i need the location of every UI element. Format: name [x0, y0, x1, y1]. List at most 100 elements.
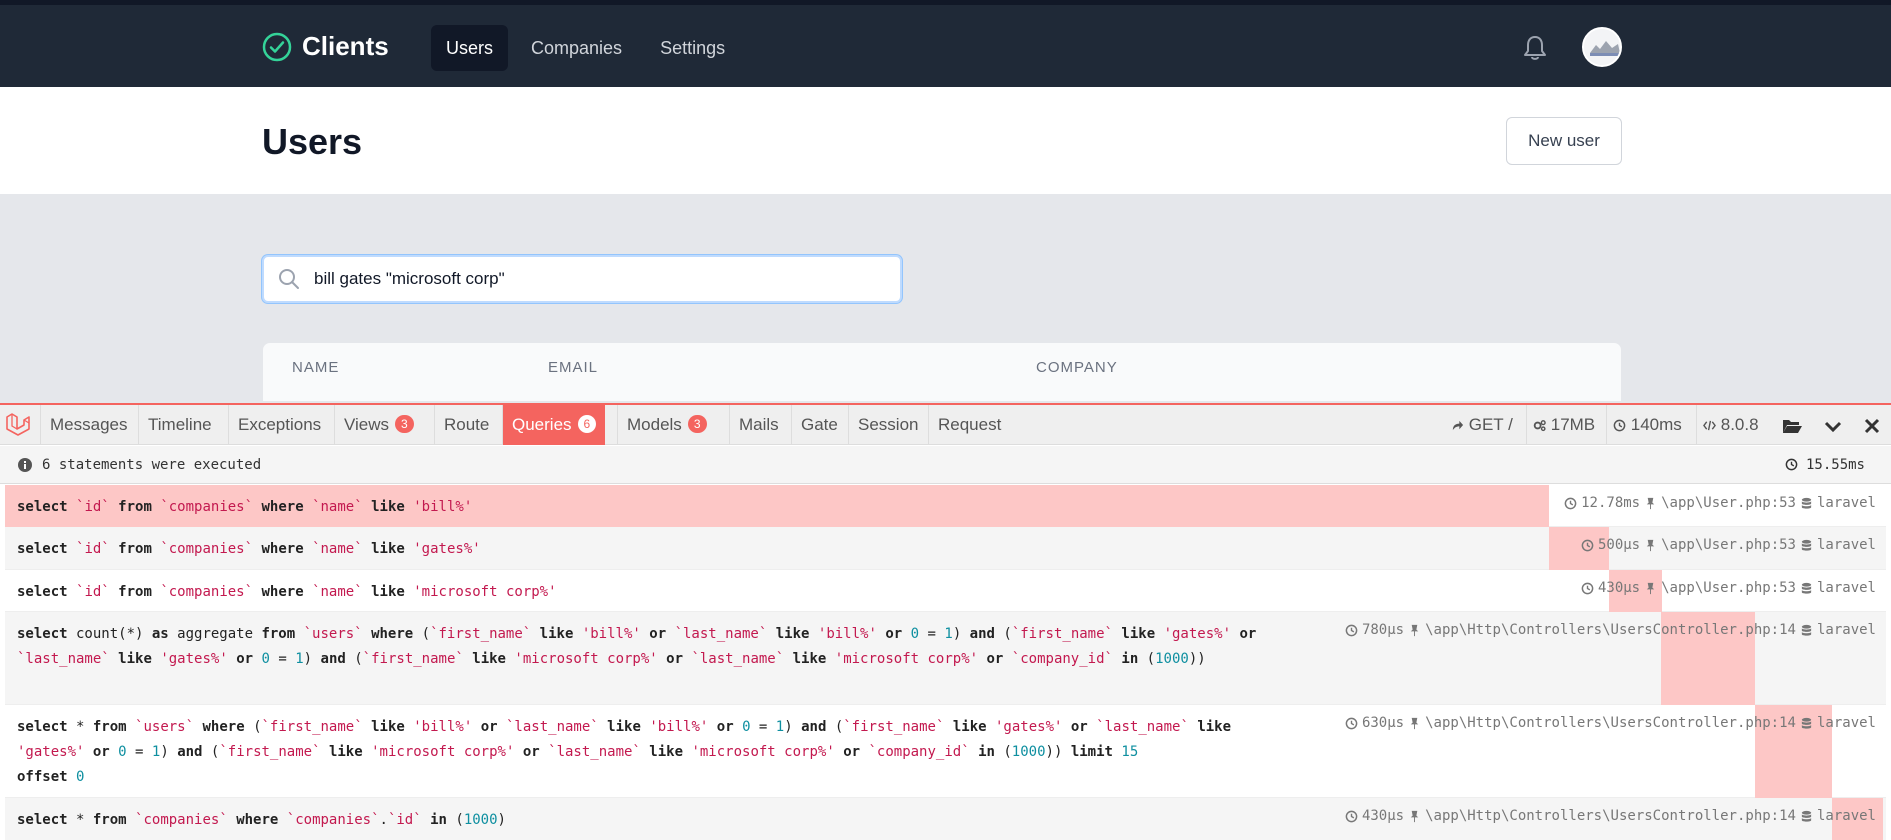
code-icon — [1703, 420, 1716, 431]
models-count-badge: 3 — [687, 415, 707, 433]
close-icon[interactable] — [1861, 415, 1883, 437]
debugbar-tab-session[interactable]: Session — [848, 405, 927, 445]
search-box — [262, 255, 902, 303]
query-sql: select `id` from `companies` where `name… — [17, 499, 473, 515]
query-duration: 500μs — [1597, 537, 1641, 553]
brand-logo[interactable]: Clients — [262, 31, 389, 62]
query-duration: 430μs — [1361, 808, 1405, 824]
query-connection: laravel — [1816, 715, 1876, 731]
query-source: \app\User.php:53 — [1661, 537, 1796, 553]
users-table-header: NAME EMAIL COMPANY — [262, 342, 1622, 402]
request-method-stat[interactable]: GET / — [1445, 405, 1519, 445]
check-circle-icon — [262, 32, 292, 61]
column-header-name[interactable]: NAME — [292, 359, 339, 376]
pin-icon — [1410, 810, 1419, 822]
cogs-icon — [1533, 420, 1546, 432]
avatar[interactable] — [1582, 27, 1622, 67]
clock-icon — [1345, 717, 1358, 729]
query-duration: 12.78ms — [1581, 495, 1641, 511]
debugbar-tab-mails[interactable]: Mails — [729, 405, 788, 445]
debugbar: Messages Timeline Exceptions Views 3 Rout… — [0, 403, 1891, 840]
database-icon — [1801, 582, 1812, 594]
statements-count-text: 6 statements were executed — [42, 457, 262, 473]
query-sql: select `id` from `companies` where `name… — [17, 541, 481, 557]
query-duration: 780μs — [1361, 622, 1405, 638]
database-icon — [1801, 717, 1812, 729]
debugbar-tab-exceptions[interactable]: Exceptions — [228, 405, 330, 445]
clock-icon — [1345, 810, 1358, 822]
debugbar-header: Messages Timeline Exceptions Views 3 Rout… — [0, 405, 1891, 445]
query-statement[interactable]: select * from `companies` where `compani… — [5, 798, 1886, 840]
debugbar-tab-route[interactable]: Route — [434, 405, 498, 445]
brand-name: Clients — [302, 31, 389, 61]
share-icon — [1452, 420, 1464, 431]
queries-count-badge: 6 — [577, 415, 597, 433]
column-header-email[interactable]: EMAIL — [548, 359, 598, 376]
page-title: Users — [262, 121, 363, 162]
pin-icon — [1646, 582, 1655, 594]
debugbar-tab-queries[interactable]: Queries 6 — [502, 405, 606, 445]
laravel-logo-icon[interactable] — [4, 411, 32, 439]
info-icon — [18, 458, 32, 472]
queries-summary: 6 statements were executed 15.55ms — [0, 446, 1891, 484]
query-meta: 630μs \app\Http\Controllers\UsersControl… — [1345, 715, 1876, 731]
debugbar-tab-timeline[interactable]: Timeline — [138, 405, 221, 445]
pin-icon — [1410, 624, 1419, 636]
column-header-company[interactable]: COMPANY — [1036, 359, 1118, 376]
query-connection: laravel — [1816, 495, 1876, 511]
debugbar-tab-views[interactable]: Views 3 — [334, 405, 423, 445]
query-connection: laravel — [1816, 537, 1876, 553]
query-meta: 780μs \app\Http\Controllers\UsersControl… — [1345, 622, 1876, 638]
clock-icon — [1613, 419, 1626, 432]
chevron-down-icon[interactable] — [1822, 415, 1844, 437]
search-input[interactable] — [314, 257, 884, 301]
duration-stat: 140ms — [1606, 405, 1688, 445]
top-navbar: Clients Users Companies Settings — [0, 0, 1891, 87]
pin-icon — [1646, 539, 1655, 551]
clock-icon — [1785, 458, 1797, 471]
query-duration: 430μs — [1597, 580, 1641, 596]
query-sql: select `id` from `companies` where `name… — [17, 584, 557, 600]
avatar-image — [1584, 29, 1620, 65]
query-source: \app\User.php:53 — [1661, 580, 1796, 596]
query-duration: 630μs — [1361, 715, 1405, 731]
memory-stat: 17MB — [1526, 405, 1601, 445]
database-icon — [1801, 539, 1812, 551]
new-user-button[interactable]: New user — [1506, 117, 1622, 165]
query-connection: laravel — [1816, 808, 1876, 824]
query-source: \app\Http\Controllers\UsersController.ph… — [1425, 808, 1796, 824]
query-connection: laravel — [1816, 580, 1876, 596]
query-statement[interactable]: select `id` from `companies` where `name… — [5, 485, 1886, 527]
folder-open-icon[interactable] — [1781, 415, 1803, 437]
page-header: Users New user — [0, 87, 1891, 195]
query-sql: select count(*) as aggregate from `users… — [17, 626, 1257, 667]
nav-link-users[interactable]: Users — [431, 25, 509, 71]
clock-icon — [1564, 497, 1577, 509]
query-statement[interactable]: select `id` from `companies` where `name… — [5, 527, 1886, 570]
bell-icon[interactable] — [1522, 34, 1548, 62]
debugbar-tab-gate[interactable]: Gate — [791, 405, 847, 445]
debugbar-tab-request[interactable]: Request — [928, 405, 1010, 445]
debugbar-tab-models[interactable]: Models 3 — [617, 405, 716, 445]
debugbar-tab-messages[interactable]: Messages — [40, 405, 136, 445]
query-statement[interactable]: select `id` from `companies` where `name… — [5, 570, 1886, 612]
query-meta: 500μs \app\User.php:53 laravel — [1581, 537, 1876, 553]
query-source: \app\Http\Controllers\UsersController.ph… — [1425, 715, 1796, 731]
clock-icon — [1581, 539, 1594, 551]
database-icon — [1801, 624, 1812, 636]
query-statement[interactable]: select * from `users` where (`first_name… — [5, 705, 1886, 798]
query-statement[interactable]: select count(*) as aggregate from `users… — [5, 612, 1886, 705]
clock-icon — [1345, 624, 1358, 636]
search-icon — [279, 269, 299, 289]
query-sql: select * from `users` where (`first_name… — [17, 719, 1232, 785]
clock-icon — [1581, 582, 1594, 594]
nav-link-companies[interactable]: Companies — [516, 25, 637, 71]
nav-link-settings[interactable]: Settings — [645, 25, 740, 71]
pin-icon — [1410, 717, 1419, 729]
database-icon — [1801, 497, 1812, 509]
total-duration: 15.55ms — [1785, 446, 1865, 484]
query-source: \app\User.php:53 — [1661, 495, 1796, 511]
php-version-stat: 8.0.8 — [1696, 405, 1765, 445]
query-meta: 12.78ms \app\User.php:53 laravel — [1564, 495, 1876, 511]
query-meta: 430μs \app\User.php:53 laravel — [1581, 580, 1876, 596]
